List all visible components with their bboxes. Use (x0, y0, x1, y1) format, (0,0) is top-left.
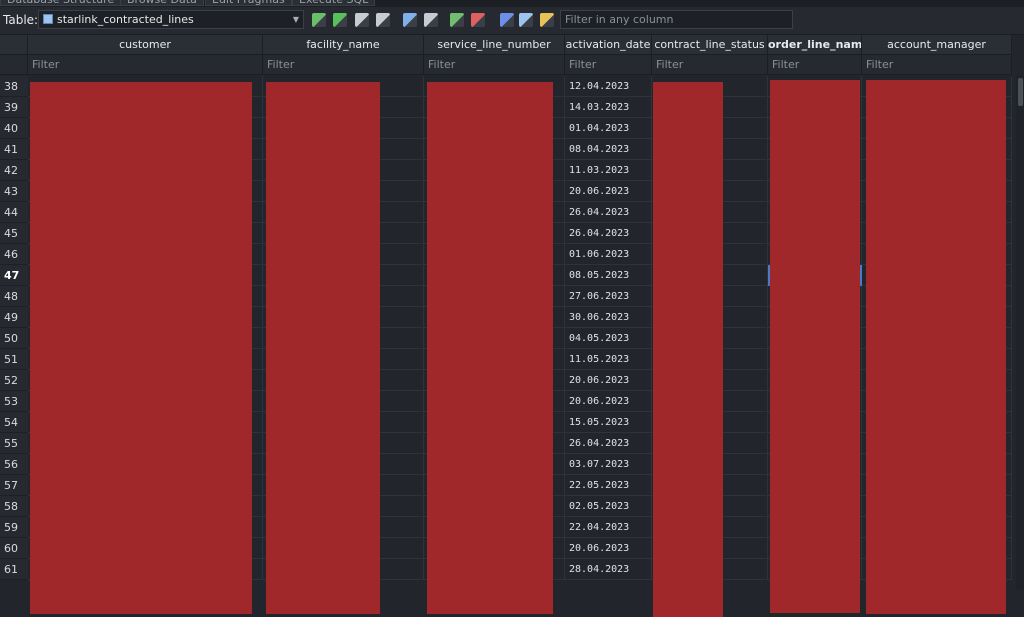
browse-toolbar: Table: starlink_contracted_lines ▼ Filte… (0, 7, 1024, 35)
table-cell-activation_date[interactable]: 20.06.2023 (565, 391, 652, 412)
grid-corner (0, 35, 28, 55)
table-cell-activation_date[interactable]: 20.06.2023 (565, 370, 652, 391)
table-cell-activation_date[interactable]: 14.03.2023 (565, 97, 652, 118)
table-cell-activation_date[interactable]: 30.06.2023 (565, 307, 652, 328)
table-cell-activation_date[interactable]: 26.04.2023 (565, 433, 652, 454)
table-icon (43, 14, 53, 24)
redaction-customer (30, 82, 252, 614)
row-number[interactable]: 56 (0, 454, 28, 475)
row-number[interactable]: 48 (0, 286, 28, 307)
filter-input-contract_line_status[interactable]: Filter (652, 55, 768, 75)
table-cell-activation_date[interactable]: 12.04.2023 (565, 76, 652, 97)
redaction-facility-name (266, 82, 380, 614)
clear-sorting-icon[interactable] (376, 13, 390, 27)
column-header-facility_name[interactable]: facility_name (263, 35, 424, 55)
table-cell-activation_date[interactable]: 28.04.2023 (565, 559, 652, 580)
save-table-icon[interactable] (403, 13, 417, 27)
row-number[interactable]: 42 (0, 160, 28, 181)
table-cell-activation_date[interactable]: 08.04.2023 (565, 139, 652, 160)
tab-database-structure[interactable]: Database Structure (0, 0, 122, 6)
row-number[interactable]: 55 (0, 433, 28, 454)
main-tab-bar: Database StructureBrowse DataEdit Pragma… (0, 0, 1024, 7)
filter-input-account_manager[interactable]: Filter (862, 55, 1012, 75)
global-filter-input[interactable]: Filter in any column (560, 10, 793, 29)
table-cell-activation_date[interactable]: 26.04.2023 (565, 202, 652, 223)
tab-execute-sql[interactable]: Execute SQL (292, 0, 376, 6)
row-number[interactable]: 52 (0, 370, 28, 391)
create-record-icon[interactable] (312, 13, 326, 27)
table-cell-activation_date[interactable]: 20.06.2023 (565, 181, 652, 202)
current-cell-right-edge (860, 265, 862, 286)
column-header-service_line_number[interactable]: service_line_number (424, 35, 565, 55)
row-number[interactable]: 51 (0, 349, 28, 370)
delete-record-icon[interactable] (471, 13, 485, 27)
replace-icon[interactable] (540, 13, 554, 27)
redaction-order-line-name (770, 80, 860, 613)
font-icon[interactable] (500, 13, 514, 27)
redaction-contract-line-status (653, 82, 723, 617)
row-number[interactable]: 45 (0, 223, 28, 244)
row-number[interactable]: 59 (0, 517, 28, 538)
print-icon[interactable] (424, 13, 438, 27)
table-cell-activation_date[interactable]: 27.06.2023 (565, 286, 652, 307)
row-number[interactable]: 54 (0, 412, 28, 433)
table-cell-activation_date[interactable]: 08.05.2023 (565, 265, 652, 286)
row-number[interactable]: 46 (0, 244, 28, 265)
row-number[interactable]: 44 (0, 202, 28, 223)
tab-browse-data[interactable]: Browse Data (120, 0, 204, 6)
column-header-account_manager[interactable]: account_manager (862, 35, 1012, 55)
chevron-down-icon: ▼ (292, 15, 299, 24)
row-number[interactable]: 40 (0, 118, 28, 139)
tab-edit-pragmas[interactable]: Edit Pragmas (205, 0, 292, 6)
table-cell-activation_date[interactable]: 26.04.2023 (565, 223, 652, 244)
row-number[interactable]: 58 (0, 496, 28, 517)
filter-input-facility_name[interactable]: Filter (263, 55, 424, 75)
column-header-contract_line_status[interactable]: contract_line_status (652, 35, 768, 55)
table-select[interactable]: starlink_contracted_lines ▼ (38, 10, 304, 29)
redaction-account-manager (866, 80, 1006, 614)
table-cell-activation_date[interactable]: 02.05.2023 (565, 496, 652, 517)
row-number[interactable]: 50 (0, 328, 28, 349)
redaction-service-line-number (427, 82, 553, 614)
table-cell-activation_date[interactable]: 20.06.2023 (565, 538, 652, 559)
column-header-activation_date[interactable]: activation_date (565, 35, 652, 55)
find-icon[interactable] (519, 13, 533, 27)
row-number[interactable]: 39 (0, 97, 28, 118)
row-number[interactable]: 57 (0, 475, 28, 496)
scrollbar-thumb[interactable] (1018, 78, 1023, 106)
table-cell-activation_date[interactable]: 11.03.2023 (565, 160, 652, 181)
row-number[interactable]: 47 (0, 265, 28, 286)
table-cell-activation_date[interactable]: 01.04.2023 (565, 118, 652, 139)
table-cell-activation_date[interactable]: 04.05.2023 (565, 328, 652, 349)
filter-input-service_line_number[interactable]: Filter (424, 55, 565, 75)
table-cell-activation_date[interactable]: 11.05.2023 (565, 349, 652, 370)
grid-corner-filter (0, 55, 28, 75)
row-number[interactable]: 61 (0, 559, 28, 580)
row-number[interactable]: 60 (0, 538, 28, 559)
row-number[interactable]: 38 (0, 76, 28, 97)
table-cell-activation_date[interactable]: 22.05.2023 (565, 475, 652, 496)
clear-filters-icon[interactable] (355, 13, 369, 27)
column-header-order_line_name[interactable]: order_line_name (768, 35, 862, 55)
data-grid: customer Filter facility_name Filter service… (0, 35, 1024, 617)
row-number[interactable]: 43 (0, 181, 28, 202)
table-cell-activation_date[interactable]: 22.04.2023 (565, 517, 652, 538)
row-number[interactable]: 53 (0, 391, 28, 412)
refresh-icon[interactable] (333, 13, 347, 27)
column-header-customer[interactable]: customer (28, 35, 263, 55)
table-cell-activation_date[interactable]: 01.06.2023 (565, 244, 652, 265)
table-cell-activation_date[interactable]: 03.07.2023 (565, 454, 652, 475)
vertical-scrollbar[interactable] (1016, 75, 1024, 590)
table-cell-activation_date[interactable]: 15.05.2023 (565, 412, 652, 433)
filter-input-customer[interactable]: Filter (28, 55, 263, 75)
table-select-value: starlink_contracted_lines (57, 13, 194, 26)
insert-values-icon[interactable] (450, 13, 464, 27)
table-label: Table: (3, 13, 39, 27)
row-number[interactable]: 41 (0, 139, 28, 160)
row-number[interactable]: 49 (0, 307, 28, 328)
filter-input-order_line_name[interactable]: Filter (768, 55, 862, 75)
filter-input-activation_date[interactable]: Filter (565, 55, 652, 75)
